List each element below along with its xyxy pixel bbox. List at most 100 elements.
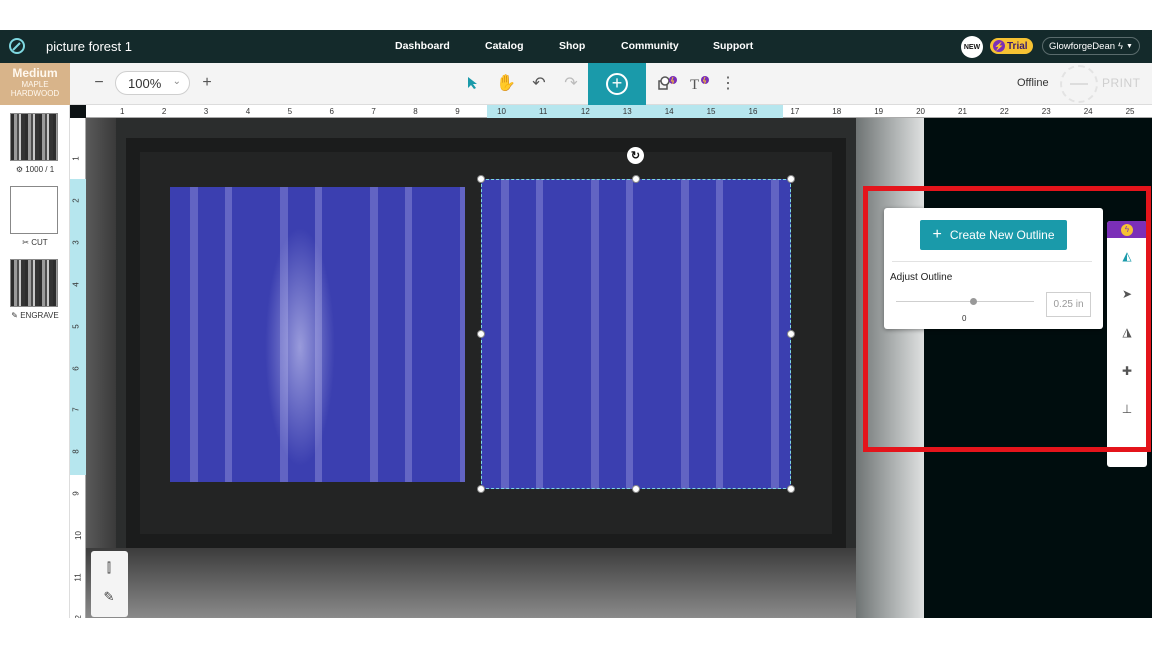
step-thumbnail-scan[interactable] xyxy=(10,113,58,161)
ruler-tick-label: 9 xyxy=(71,491,81,496)
ruler-selection-highlight xyxy=(487,105,783,118)
settings-icon: ⚙ xyxy=(15,165,23,174)
zoom-in-button[interactable]: + xyxy=(198,74,216,92)
material-selector[interactable]: Medium MAPLE HARDWOOD xyxy=(0,63,70,105)
user-menu[interactable]: GlowforgeDean ϟ ▼ xyxy=(1042,37,1140,55)
connection-status: Offline xyxy=(1017,77,1049,89)
print-label: PRINT xyxy=(1102,76,1141,90)
ruler-tick-label: 12 xyxy=(74,615,83,618)
new-badge[interactable]: NEW xyxy=(961,36,983,58)
steps-panel: ⚙ 1000 / 1 ✂ CUT ✎ ENGRAVE xyxy=(0,105,70,618)
nav-catalog[interactable]: Catalog xyxy=(485,40,524,52)
zoom-value: 100% xyxy=(128,75,162,91)
ruler-tick-label: 3 xyxy=(71,240,81,245)
ruler-tick-label: 4 xyxy=(245,107,251,116)
ruler-tick-label: 5 xyxy=(287,107,293,116)
more-options-icon[interactable]: ⋮ xyxy=(719,74,737,92)
rotate-handle-icon[interactable]: ↻ xyxy=(627,147,644,164)
nav-community[interactable]: Community xyxy=(621,40,679,52)
step-thumbnail-engrave[interactable] xyxy=(10,259,58,307)
resize-handle[interactable] xyxy=(477,175,485,183)
ruler-tick-label: 16 xyxy=(748,107,758,116)
step-label-cut[interactable]: ✂ CUT xyxy=(0,238,70,247)
ruler-tick-label: 13 xyxy=(622,107,632,116)
zoom-select[interactable]: 100% ⌄ xyxy=(115,71,190,95)
ruler-tick-label: 1 xyxy=(120,107,125,116)
ruler-measure-icon[interactable]: ✎ xyxy=(100,589,118,607)
ruler-tick-label: 19 xyxy=(874,107,884,116)
print-button[interactable]: PRINT xyxy=(1060,65,1140,103)
resize-handle[interactable] xyxy=(632,485,640,493)
ruler-tick-label: 11 xyxy=(73,573,83,582)
step-label-scan[interactable]: ⚙ 1000 / 1 xyxy=(0,165,70,174)
ruler-tick-label: 15 xyxy=(706,107,716,116)
ruler-tick-label: 9 xyxy=(455,107,460,116)
nav-shop[interactable]: Shop xyxy=(559,40,585,52)
plus-circle-icon: + xyxy=(606,73,628,95)
resize-handle[interactable] xyxy=(787,175,795,183)
shapes-premium-icon[interactable] xyxy=(656,74,680,92)
bed-tools: ⫿ ✎ xyxy=(91,551,128,617)
ruler-tick-label: 25 xyxy=(1125,107,1135,116)
ruler-tick-label: 22 xyxy=(999,107,1009,116)
ruler-tick-label: 8 xyxy=(71,449,81,455)
redo-icon[interactable]: ↷ xyxy=(562,74,580,92)
ruler-tick-label: 12 xyxy=(580,107,590,116)
ruler-tick-label: 23 xyxy=(1041,107,1051,116)
ruler-tick-label: 18 xyxy=(832,107,842,116)
highlight-annotation-box xyxy=(863,186,1151,452)
bed-wall-left xyxy=(86,118,116,618)
top-nav-bar: picture forest 1 Dashboard Catalog Shop … xyxy=(0,30,1152,63)
select-tool-icon[interactable] xyxy=(464,74,482,92)
app-window: picture forest 1 Dashboard Catalog Shop … xyxy=(0,30,1152,618)
ruler-tick-label: 5 xyxy=(71,323,81,329)
trial-badge[interactable]: ⚡ Trial xyxy=(990,38,1033,54)
toolbar: − 100% ⌄ + ✋ ↶ ↷ + T ⋮ Offline PRINT xyxy=(70,63,1152,105)
document-title[interactable]: picture forest 1 xyxy=(46,39,132,54)
trial-label: Trial xyxy=(1007,40,1028,52)
chevron-down-icon: ▼ xyxy=(1126,42,1133,50)
resize-handle[interactable] xyxy=(787,485,795,493)
selection-box[interactable] xyxy=(481,179,791,489)
bolt-small-icon: ϟ xyxy=(1118,40,1124,52)
bolt-icon: ⚡ xyxy=(993,40,1005,52)
ruler-tick-label: 6 xyxy=(71,365,81,371)
ruler-horizontal: 1 2 3 4 5 6 7 8 9 10 11 12 13 14 15 16 17 18 19 20 21 22 23 24 2… xyxy=(86,105,1152,118)
ruler-tick-label: 3 xyxy=(203,107,209,116)
resize-handle[interactable] xyxy=(632,175,640,183)
pencil-icon: ✎ xyxy=(11,311,18,320)
nav-support[interactable]: Support xyxy=(713,40,753,52)
resize-handle[interactable] xyxy=(787,330,795,338)
zoom-out-button[interactable]: − xyxy=(90,74,108,92)
ruler-vertical: 123456789101112 xyxy=(70,118,86,618)
chevron-down-icon: ⌄ xyxy=(172,76,181,87)
nav-dashboard[interactable]: Dashboard xyxy=(395,40,450,52)
ruler-tick-label: 4 xyxy=(71,281,81,287)
ruler-tick-label: 2 xyxy=(71,198,81,203)
ruler-tick-label: 14 xyxy=(664,107,674,116)
ruler-tick-label: 2 xyxy=(161,107,167,116)
align-icon[interactable]: ⫿ xyxy=(100,560,118,578)
ruler-tick-label: 7 xyxy=(71,407,81,413)
pan-hand-icon[interactable]: ✋ xyxy=(496,74,516,92)
resize-handle[interactable] xyxy=(477,330,485,338)
resize-handle[interactable] xyxy=(477,485,485,493)
text-premium-icon[interactable]: T xyxy=(688,74,712,92)
glowforge-logo-icon[interactable] xyxy=(8,37,26,55)
material-name: MAPLE HARDWOOD xyxy=(10,80,60,98)
step-label-engrave[interactable]: ✎ ENGRAVE xyxy=(0,311,70,320)
undo-icon[interactable]: ↶ xyxy=(530,74,548,92)
bed-floor xyxy=(86,548,924,618)
ruler-tick-label: 17 xyxy=(790,107,800,116)
ruler-tick-label: 6 xyxy=(329,107,334,116)
ruler-tick-label: 10 xyxy=(73,531,83,541)
add-artwork-button[interactable]: + xyxy=(588,63,646,105)
ruler-tick-label: 1 xyxy=(71,156,81,161)
artwork-forest-left[interactable] xyxy=(170,187,465,482)
step-thumbnail-cut[interactable] xyxy=(10,186,58,234)
ruler-tick-label: 8 xyxy=(413,107,418,116)
ruler-tick-label: 20 xyxy=(916,107,925,116)
ruler-tick-label: 7 xyxy=(371,107,376,116)
user-name: GlowforgeDean xyxy=(1049,40,1116,52)
print-circle-icon xyxy=(1060,65,1098,103)
